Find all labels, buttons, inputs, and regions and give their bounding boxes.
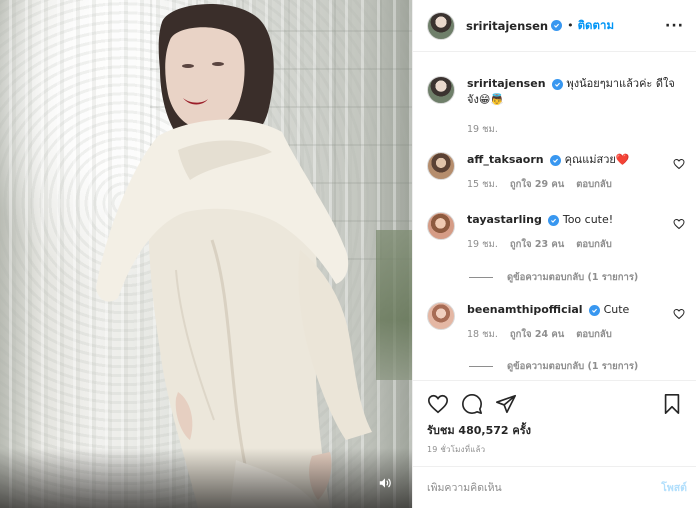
comment-text-line: beenamthipofficial Cute (467, 302, 685, 318)
posted-time[interactable]: 19 ชั่วโมงที่แล้ว (427, 443, 485, 456)
verified-badge-icon (550, 155, 562, 166)
comment-likes[interactable]: ถูกใจ 23 คน (510, 237, 564, 252)
speaker-icon (379, 478, 391, 488)
like-button[interactable] (427, 393, 449, 415)
caption-body: sriritajensen พุงน้อยๆมาแล้วค่ะ ดีใจจัง😁… (467, 76, 685, 137)
comment-button[interactable] (461, 393, 483, 415)
author-username[interactable]: sriritajensen (466, 19, 548, 33)
post-media[interactable] (0, 0, 412, 508)
view-replies-label: ดูข้อความตอบกลับ (1 รายการ) (507, 361, 639, 372)
comment-item: aff_taksaorn คุณแม่สวย❤️ 15 ชม. ถูกใจ 29… (427, 152, 685, 192)
add-comment-bar: โพสต์ (413, 466, 696, 508)
separator-dot: • (567, 19, 574, 32)
comment-text-line: aff_taksaorn คุณแม่สวย❤️ (467, 152, 685, 168)
replies-divider (469, 277, 493, 278)
comment-item: tayastarling Too cute! 19 ชม. ถูกใจ 23 ค… (427, 212, 685, 252)
comment-likes[interactable]: ถูกใจ 24 คน (510, 327, 564, 342)
bookmark-icon (664, 394, 680, 414)
save-button[interactable] (661, 393, 683, 415)
replies-divider (469, 366, 493, 367)
reply-button[interactable]: ตอบกลับ (576, 237, 612, 252)
sound-toggle-button[interactable] (374, 472, 396, 494)
comment-input[interactable] (427, 481, 662, 494)
floor-shadow (0, 448, 412, 508)
comment-time[interactable]: 15 ชม. (467, 177, 498, 192)
verified-badge-icon (548, 215, 560, 226)
view-replies-button[interactable]: ดูข้อความตอบกลับ (1 รายการ) (469, 359, 638, 374)
post-comment-button[interactable]: โพสต์ (661, 479, 687, 496)
caption-meta: 19 ชม. (467, 122, 685, 137)
heart-icon (428, 394, 448, 414)
heart-icon[interactable] (673, 158, 685, 170)
comment-meta: 18 ชม. ถูกใจ 24 คน ตอบกลับ (467, 327, 685, 342)
view-replies-label: ดูข้อความตอบกลับ (1 รายการ) (507, 272, 639, 283)
comment-bubble-icon (462, 394, 482, 414)
avatar[interactable] (427, 152, 455, 180)
reply-button[interactable]: ตอบกลับ (576, 177, 612, 192)
woman-in-white-dress (96, 4, 372, 508)
avatar[interactable] (427, 76, 455, 104)
share-button[interactable] (495, 393, 517, 415)
verified-badge-icon (552, 79, 564, 90)
verified-badge-icon (589, 305, 601, 316)
comment-body: beenamthipofficial Cute 18 ชม. ถูกใจ 24 … (467, 302, 685, 342)
comment-time[interactable]: 18 ชม. (467, 327, 498, 342)
reply-button[interactable]: ตอบกลับ (576, 327, 612, 342)
caption-text-line: sriritajensen พุงน้อยๆมาแล้วค่ะ ดีใจจัง😁… (467, 76, 685, 108)
comment-meta: 15 ชม. ถูกใจ 29 คน ตอบกลับ (467, 177, 685, 192)
comment-username[interactable]: tayastarling (467, 213, 542, 226)
comment-username[interactable]: beenamthipofficial (467, 303, 583, 316)
more-options-button[interactable]: ··· (665, 18, 684, 34)
comment-item: beenamthipofficial Cute 18 ชม. ถูกใจ 24 … (427, 302, 685, 342)
follow-button[interactable]: ติดตาม (578, 17, 614, 35)
heart-icon[interactable] (673, 218, 685, 230)
comment-meta: 19 ชม. ถูกใจ 23 คน ตอบกลับ (467, 237, 685, 252)
view-count[interactable]: รับชม 480,572 ครั้ง (427, 421, 531, 439)
comment-text: Cute (603, 303, 630, 316)
view-replies-button[interactable]: ดูข้อความตอบกลับ (1 รายการ) (469, 270, 638, 285)
caption-time[interactable]: 19 ชม. (467, 122, 498, 137)
avatar[interactable] (427, 11, 455, 40)
comment-username[interactable]: aff_taksaorn (467, 153, 544, 166)
comment-body: aff_taksaorn คุณแม่สวย❤️ 15 ชม. ถูกใจ 29… (467, 152, 685, 192)
avatar[interactable] (427, 302, 455, 330)
comment-body: tayastarling Too cute! 19 ชม. ถูกใจ 23 ค… (467, 212, 685, 252)
comments-list[interactable]: sriritajensen พุงน้อยๆมาแล้วค่ะ ดีใจจัง😁… (413, 52, 696, 380)
caption: sriritajensen พุงน้อยๆมาแล้วค่ะ ดีใจจัง😁… (427, 76, 685, 137)
comment-text: คุณแม่สวย❤️ (564, 153, 630, 166)
avatar[interactable] (427, 212, 455, 240)
comment-time[interactable]: 19 ชม. (467, 237, 498, 252)
comment-text: Too cute! (562, 213, 614, 226)
post-details-panel: sriritajensen • ติดตาม ··· sriritajensen… (412, 0, 696, 508)
heart-icon[interactable] (673, 308, 685, 320)
post-header: sriritajensen • ติดตาม ··· (413, 0, 696, 52)
caption-username[interactable]: sriritajensen (467, 77, 546, 90)
comment-text-line: tayastarling Too cute! (467, 212, 685, 228)
verified-badge-icon (551, 20, 563, 31)
comment-likes[interactable]: ถูกใจ 29 คน (510, 177, 564, 192)
paper-plane-icon (496, 394, 516, 414)
action-icons (427, 393, 517, 415)
post-actions: รับชม 480,572 ครั้ง 19 ชั่วโมงที่แล้ว (413, 380, 696, 458)
